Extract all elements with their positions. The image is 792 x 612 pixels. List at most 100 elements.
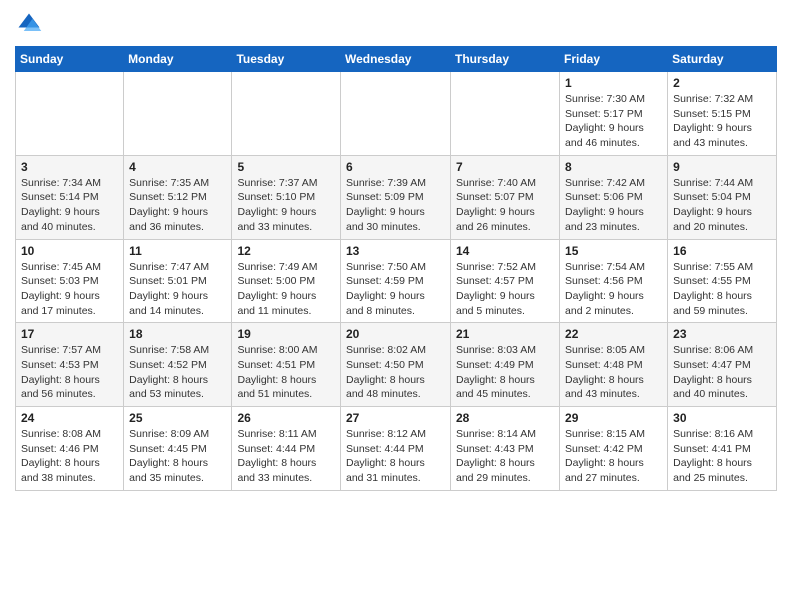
calendar-cell: 22Sunrise: 8:05 AMSunset: 4:48 PMDayligh… [560, 323, 668, 407]
calendar-cell: 30 Sunrise: 8:16 AMSunset: 4:41 PMDayligh… [668, 407, 777, 491]
calendar-header-row: SundayMondayTuesdayWednesdayThursdayFrid… [16, 47, 777, 72]
calendar-week-row: 1 Sunrise: 7:30 AMSunset: 5:17 PMDaylight… [16, 72, 777, 156]
day-number: 20 [346, 327, 445, 341]
day-info: Sunrise: 7:57 AMSunset: 4:53 PMDaylight:… [21, 343, 118, 402]
calendar-week-row: 17 Sunrise: 7:57 AMSunset: 4:53 PMDayligh… [16, 323, 777, 407]
day-info: Sunrise: 7:42 AMSunset: 5:06 PMDaylight:… [565, 176, 662, 235]
day-number: 4 [129, 160, 226, 174]
day-info: Sunrise: 8:15 AMSunset: 4:42 PMDaylight:… [565, 427, 662, 486]
day-number: 10 [21, 244, 118, 258]
calendar-cell: 16Sunrise: 7:55 AMSunset: 4:55 PMDayligh… [668, 239, 777, 323]
calendar-cell [451, 72, 560, 156]
day-info: Sunrise: 7:39 AMSunset: 5:09 PMDaylight:… [346, 176, 445, 235]
day-info: Sunrise: 7:40 AMSunset: 5:07 PMDaylight:… [456, 176, 554, 235]
calendar-cell: 4 Sunrise: 7:35 AMSunset: 5:12 PMDaylight… [124, 155, 232, 239]
day-info: Sunrise: 7:58 AMSunset: 4:52 PMDaylight:… [129, 343, 226, 402]
day-info: Sunrise: 8:16 AMSunset: 4:41 PMDaylight:… [673, 427, 771, 486]
day-info: Sunrise: 8:09 AMSunset: 4:45 PMDaylight:… [129, 427, 226, 486]
logo-icon [15, 10, 43, 38]
calendar-cell: 25 Sunrise: 8:09 AMSunset: 4:45 PMDayligh… [124, 407, 232, 491]
calendar-cell: 19Sunrise: 8:00 AMSunset: 4:51 PMDayligh… [232, 323, 341, 407]
calendar-cell [16, 72, 124, 156]
calendar-header-tuesday: Tuesday [232, 47, 341, 72]
calendar-cell: 10 Sunrise: 7:45 AMSunset: 5:03 PMDayligh… [16, 239, 124, 323]
calendar-cell: 26Sunrise: 8:11 AMSunset: 4:44 PMDayligh… [232, 407, 341, 491]
calendar-header-wednesday: Wednesday [341, 47, 451, 72]
calendar-cell: 11 Sunrise: 7:47 AMSunset: 5:01 PMDayligh… [124, 239, 232, 323]
day-info: Sunrise: 8:03 AMSunset: 4:49 PMDaylight:… [456, 343, 554, 402]
day-number: 1 [565, 76, 662, 90]
day-info: Sunrise: 8:02 AMSunset: 4:50 PMDaylight:… [346, 343, 445, 402]
calendar-cell: 6 Sunrise: 7:39 AMSunset: 5:09 PMDaylight… [341, 155, 451, 239]
day-info: Sunrise: 8:06 AMSunset: 4:47 PMDaylight:… [673, 343, 771, 402]
calendar-week-row: 10 Sunrise: 7:45 AMSunset: 5:03 PMDayligh… [16, 239, 777, 323]
day-number: 7 [456, 160, 554, 174]
day-number: 18 [129, 327, 226, 341]
calendar-header-saturday: Saturday [668, 47, 777, 72]
day-info: Sunrise: 7:35 AMSunset: 5:12 PMDaylight:… [129, 176, 226, 235]
day-info: Sunrise: 8:08 AMSunset: 4:46 PMDaylight:… [21, 427, 118, 486]
day-number: 21 [456, 327, 554, 341]
day-number: 2 [673, 76, 771, 90]
calendar-header-friday: Friday [560, 47, 668, 72]
calendar-cell: 20 Sunrise: 8:02 AMSunset: 4:50 PMDayligh… [341, 323, 451, 407]
calendar-cell [341, 72, 451, 156]
calendar-week-row: 24 Sunrise: 8:08 AMSunset: 4:46 PMDayligh… [16, 407, 777, 491]
day-number: 3 [21, 160, 118, 174]
calendar-cell: 5Sunrise: 7:37 AMSunset: 5:10 PMDaylight… [232, 155, 341, 239]
day-number: 25 [129, 411, 226, 425]
day-info: Sunrise: 8:14 AMSunset: 4:43 PMDaylight:… [456, 427, 554, 486]
day-number: 17 [21, 327, 118, 341]
day-number: 15 [565, 244, 662, 258]
day-info: Sunrise: 7:45 AMSunset: 5:03 PMDaylight:… [21, 260, 118, 319]
calendar-cell: 12 Sunrise: 7:49 AMSunset: 5:00 PMDayligh… [232, 239, 341, 323]
day-info: Sunrise: 7:52 AMSunset: 4:57 PMDaylight:… [456, 260, 554, 319]
calendar-cell [232, 72, 341, 156]
calendar-cell [124, 72, 232, 156]
day-info: Sunrise: 7:32 AMSunset: 5:15 PMDaylight:… [673, 92, 771, 151]
day-info: Sunrise: 7:49 AMSunset: 5:00 PMDaylight:… [237, 260, 335, 319]
calendar-cell: 27Sunrise: 8:12 AMSunset: 4:44 PMDayligh… [341, 407, 451, 491]
day-info: Sunrise: 7:47 AMSunset: 5:01 PMDaylight:… [129, 260, 226, 319]
day-info: Sunrise: 8:05 AMSunset: 4:48 PMDaylight:… [565, 343, 662, 402]
calendar-cell: 14 Sunrise: 7:52 AMSunset: 4:57 PMDayligh… [451, 239, 560, 323]
day-info: Sunrise: 7:55 AMSunset: 4:55 PMDaylight:… [673, 260, 771, 319]
day-info: Sunrise: 7:44 AMSunset: 5:04 PMDaylight:… [673, 176, 771, 235]
day-number: 9 [673, 160, 771, 174]
calendar-header-monday: Monday [124, 47, 232, 72]
day-number: 6 [346, 160, 445, 174]
calendar-cell: 28 Sunrise: 8:14 AMSunset: 4:43 PMDayligh… [451, 407, 560, 491]
day-info: Sunrise: 7:50 AMSunset: 4:59 PMDaylight:… [346, 260, 445, 319]
calendar-week-row: 3Sunrise: 7:34 AMSunset: 5:14 PMDaylight… [16, 155, 777, 239]
calendar-cell: 23 Sunrise: 8:06 AMSunset: 4:47 PMDayligh… [668, 323, 777, 407]
calendar-cell: 3Sunrise: 7:34 AMSunset: 5:14 PMDaylight… [16, 155, 124, 239]
calendar-header-sunday: Sunday [16, 47, 124, 72]
calendar-table: SundayMondayTuesdayWednesdayThursdayFrid… [15, 46, 777, 491]
day-info: Sunrise: 7:37 AMSunset: 5:10 PMDaylight:… [237, 176, 335, 235]
day-number: 12 [237, 244, 335, 258]
calendar-cell: 8 Sunrise: 7:42 AMSunset: 5:06 PMDaylight… [560, 155, 668, 239]
day-number: 27 [346, 411, 445, 425]
calendar-cell: 29Sunrise: 8:15 AMSunset: 4:42 PMDayligh… [560, 407, 668, 491]
logo [15, 10, 47, 38]
calendar-cell: 9 Sunrise: 7:44 AMSunset: 5:04 PMDaylight… [668, 155, 777, 239]
header [15, 10, 777, 38]
day-number: 23 [673, 327, 771, 341]
calendar-cell: 1 Sunrise: 7:30 AMSunset: 5:17 PMDaylight… [560, 72, 668, 156]
calendar-cell: 15 Sunrise: 7:54 AMSunset: 4:56 PMDayligh… [560, 239, 668, 323]
day-number: 30 [673, 411, 771, 425]
day-info: Sunrise: 7:30 AMSunset: 5:17 PMDaylight:… [565, 92, 662, 151]
day-number: 14 [456, 244, 554, 258]
day-info: Sunrise: 7:54 AMSunset: 4:56 PMDaylight:… [565, 260, 662, 319]
day-number: 24 [21, 411, 118, 425]
calendar-cell: 13Sunrise: 7:50 AMSunset: 4:59 PMDayligh… [341, 239, 451, 323]
calendar-cell: 2 Sunrise: 7:32 AMSunset: 5:15 PMDaylight… [668, 72, 777, 156]
calendar-header-thursday: Thursday [451, 47, 560, 72]
calendar-cell: 24 Sunrise: 8:08 AMSunset: 4:46 PMDayligh… [16, 407, 124, 491]
calendar-cell: 7 Sunrise: 7:40 AMSunset: 5:07 PMDaylight… [451, 155, 560, 239]
day-number: 8 [565, 160, 662, 174]
page: SundayMondayTuesdayWednesdayThursdayFrid… [0, 0, 792, 501]
day-number: 28 [456, 411, 554, 425]
day-number: 19 [237, 327, 335, 341]
day-number: 11 [129, 244, 226, 258]
